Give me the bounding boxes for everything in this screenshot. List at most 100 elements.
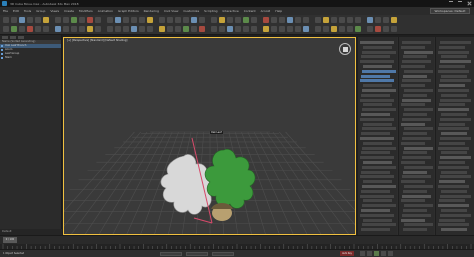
command-panel-control[interactable] bbox=[402, 117, 431, 121]
toolbar-button[interactable] bbox=[355, 26, 361, 32]
command-panel-control[interactable] bbox=[363, 218, 392, 222]
command-panel-control[interactable] bbox=[439, 199, 465, 203]
toolbar-button[interactable] bbox=[175, 26, 181, 32]
toolbar-button[interactable] bbox=[211, 26, 217, 32]
explorer-tab[interactable] bbox=[2, 36, 8, 39]
command-panel-control[interactable] bbox=[363, 199, 392, 203]
toolbar-button[interactable] bbox=[147, 26, 153, 32]
command-panel-control[interactable] bbox=[362, 50, 396, 54]
command-panel-control[interactable] bbox=[362, 185, 396, 188]
command-panel-control[interactable] bbox=[404, 127, 433, 131]
command-panel-control[interactable] bbox=[360, 175, 394, 179]
command-panel-control[interactable] bbox=[403, 93, 427, 97]
command-panel-control[interactable] bbox=[402, 137, 431, 140]
command-panel-control[interactable] bbox=[440, 60, 471, 64]
command-panel-control[interactable] bbox=[404, 108, 433, 112]
toolbar-button[interactable] bbox=[131, 26, 137, 32]
command-panel-control[interactable] bbox=[438, 204, 469, 208]
toolbar-button[interactable] bbox=[63, 17, 69, 23]
toolbar-button[interactable] bbox=[263, 26, 269, 32]
command-panel-control[interactable] bbox=[441, 151, 467, 155]
menu-item[interactable]: Modifiers bbox=[79, 9, 93, 13]
command-panel-control[interactable] bbox=[363, 65, 392, 68]
toolbar-button[interactable] bbox=[279, 17, 285, 23]
command-panel-control[interactable] bbox=[402, 98, 431, 102]
close-icon[interactable] bbox=[467, 1, 471, 5]
command-panel-control[interactable] bbox=[439, 65, 465, 68]
toolbar-button[interactable] bbox=[183, 26, 189, 32]
command-panel-control[interactable] bbox=[402, 156, 431, 160]
next-frame-icon[interactable] bbox=[381, 251, 386, 256]
menu-item[interactable]: Scripting bbox=[204, 9, 217, 13]
toolbar-button[interactable] bbox=[115, 17, 121, 23]
maximize-icon[interactable] bbox=[458, 1, 462, 5]
command-panel-control[interactable] bbox=[362, 127, 396, 131]
command-panel-control[interactable] bbox=[361, 132, 390, 136]
menu-item[interactable]: Interactive bbox=[223, 9, 239, 13]
green-oak-leaf[interactable] bbox=[204, 148, 256, 209]
command-panel-control[interactable] bbox=[403, 228, 427, 232]
toolbar-button[interactable] bbox=[219, 26, 225, 32]
explorer-tab[interactable] bbox=[10, 36, 16, 39]
command-panel-control[interactable] bbox=[439, 180, 465, 184]
command-panel-control[interactable] bbox=[401, 161, 425, 164]
auto-key-button[interactable]: Auto Key bbox=[340, 251, 354, 256]
command-panel-control[interactable] bbox=[439, 141, 465, 145]
toolbar-button[interactable] bbox=[375, 26, 381, 32]
command-panel-control[interactable] bbox=[362, 89, 396, 92]
toolbar-button[interactable] bbox=[167, 17, 173, 23]
workspace-selector[interactable]: Workspaces: Default bbox=[430, 8, 470, 14]
command-panel-control[interactable] bbox=[439, 122, 465, 126]
toolbar-button[interactable] bbox=[123, 17, 129, 23]
command-panel-control[interactable] bbox=[401, 218, 425, 222]
toolbar-button[interactable] bbox=[79, 26, 85, 32]
command-panel-control[interactable] bbox=[401, 141, 425, 145]
toolbar-button[interactable] bbox=[263, 17, 269, 23]
toolbar-button[interactable] bbox=[199, 17, 205, 23]
command-panel-control[interactable] bbox=[360, 156, 394, 160]
command-panel-control[interactable] bbox=[363, 141, 392, 145]
toolbar-button[interactable] bbox=[303, 17, 309, 23]
toolbar-button[interactable] bbox=[367, 17, 373, 23]
z-coordinate-field[interactable] bbox=[212, 252, 234, 256]
command-panel-control[interactable] bbox=[441, 55, 467, 59]
command-panel-control[interactable] bbox=[439, 103, 465, 107]
command-panel-control[interactable] bbox=[402, 41, 431, 44]
command-panel-control[interactable] bbox=[401, 103, 425, 107]
command-panel-control[interactable] bbox=[362, 69, 396, 73]
command-panel-control[interactable] bbox=[440, 156, 471, 160]
menu-item[interactable]: Customize bbox=[183, 9, 199, 13]
y-coordinate-field[interactable] bbox=[186, 252, 208, 256]
toolbar-button[interactable] bbox=[339, 26, 345, 32]
command-panel-control[interactable] bbox=[401, 45, 425, 49]
toolbar-button[interactable] bbox=[11, 26, 17, 32]
command-panel-control[interactable] bbox=[362, 204, 396, 208]
previous-frame-icon[interactable] bbox=[367, 251, 372, 256]
go-to-start-icon[interactable] bbox=[360, 251, 365, 256]
perspective-viewport[interactable]: [+] [Perspective] [Standard] [Default Sh… bbox=[63, 37, 356, 235]
command-panel-control[interactable] bbox=[441, 132, 467, 136]
command-panel-control[interactable] bbox=[401, 122, 425, 126]
command-panel-control[interactable] bbox=[362, 146, 396, 150]
play-icon[interactable] bbox=[374, 251, 379, 256]
command-panel-control[interactable] bbox=[438, 185, 469, 188]
scene-list-item[interactable]: Stem bbox=[0, 56, 61, 60]
toolbar-button[interactable] bbox=[367, 26, 373, 32]
toolbar-button[interactable] bbox=[375, 17, 381, 23]
toolbar-button[interactable] bbox=[243, 17, 249, 23]
toolbar-button[interactable] bbox=[315, 26, 321, 32]
command-panel-control[interactable] bbox=[404, 185, 433, 188]
command-panel-control[interactable] bbox=[362, 108, 396, 112]
command-panel-control[interactable] bbox=[401, 180, 425, 184]
menu-item[interactable]: Edit bbox=[13, 9, 19, 13]
command-panel-control[interactable] bbox=[363, 103, 392, 107]
toolbar-button[interactable] bbox=[235, 26, 241, 32]
toolbar-button[interactable] bbox=[347, 17, 353, 23]
toolbar-button[interactable] bbox=[287, 26, 293, 32]
command-panel-control[interactable] bbox=[360, 117, 394, 121]
toolbar-button[interactable] bbox=[227, 17, 233, 23]
explorer-tab[interactable] bbox=[18, 36, 24, 39]
command-panel-control[interactable] bbox=[438, 108, 469, 112]
command-panel-control[interactable] bbox=[440, 175, 471, 179]
toolbar-button[interactable] bbox=[243, 26, 249, 32]
